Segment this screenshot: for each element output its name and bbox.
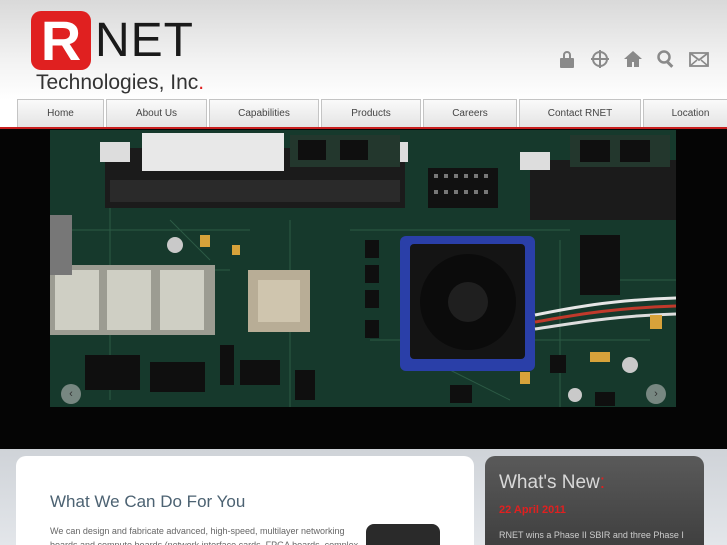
- news-item-text[interactable]: RNET wins a Phase II SBIR and three Phas…: [499, 528, 689, 545]
- circuit-board-image: [50, 130, 676, 407]
- board-thumbnail: [366, 524, 440, 545]
- hero-banner: ‹ ›: [0, 129, 727, 449]
- logo-name: NET: [95, 14, 194, 67]
- banner-next-arrow[interactable]: ›: [646, 384, 666, 404]
- news-date: 22 April 2011: [499, 504, 566, 516]
- nav-home[interactable]: Home: [17, 99, 104, 127]
- lock-icon[interactable]: [556, 48, 578, 70]
- search-icon[interactable]: [655, 48, 677, 70]
- nav-capabilities[interactable]: Capabilities: [209, 99, 319, 127]
- home-icon[interactable]: [622, 48, 644, 70]
- nav-careers[interactable]: Careers: [423, 99, 517, 127]
- nav-products[interactable]: Products: [321, 99, 421, 127]
- logo-letter: R: [40, 8, 82, 72]
- logo-mark: R: [31, 11, 91, 70]
- target-icon[interactable]: [589, 48, 611, 70]
- logo-subtitle: Technologies, Inc.: [36, 71, 205, 94]
- nav-contact-rnet[interactable]: Contact RNET: [519, 99, 641, 127]
- main-nav: Home About Us Capabilities Products Care…: [0, 99, 727, 129]
- nav-location[interactable]: Location: [643, 99, 727, 127]
- news-panel: What's New: 22 April 2011 RNET wins a Ph…: [485, 456, 704, 545]
- mail-icon[interactable]: [688, 48, 710, 70]
- services-text: We can design and fabricate advanced, hi…: [50, 526, 359, 545]
- nav-about-us[interactable]: About Us: [106, 99, 207, 127]
- news-heading: What's New:: [499, 472, 606, 493]
- services-panel: What We Can Do For You We can design and…: [16, 456, 474, 545]
- banner-prev-arrow[interactable]: ‹: [61, 384, 81, 404]
- services-heading: What We Can Do For You: [50, 492, 246, 511]
- utility-icons: [556, 48, 710, 70]
